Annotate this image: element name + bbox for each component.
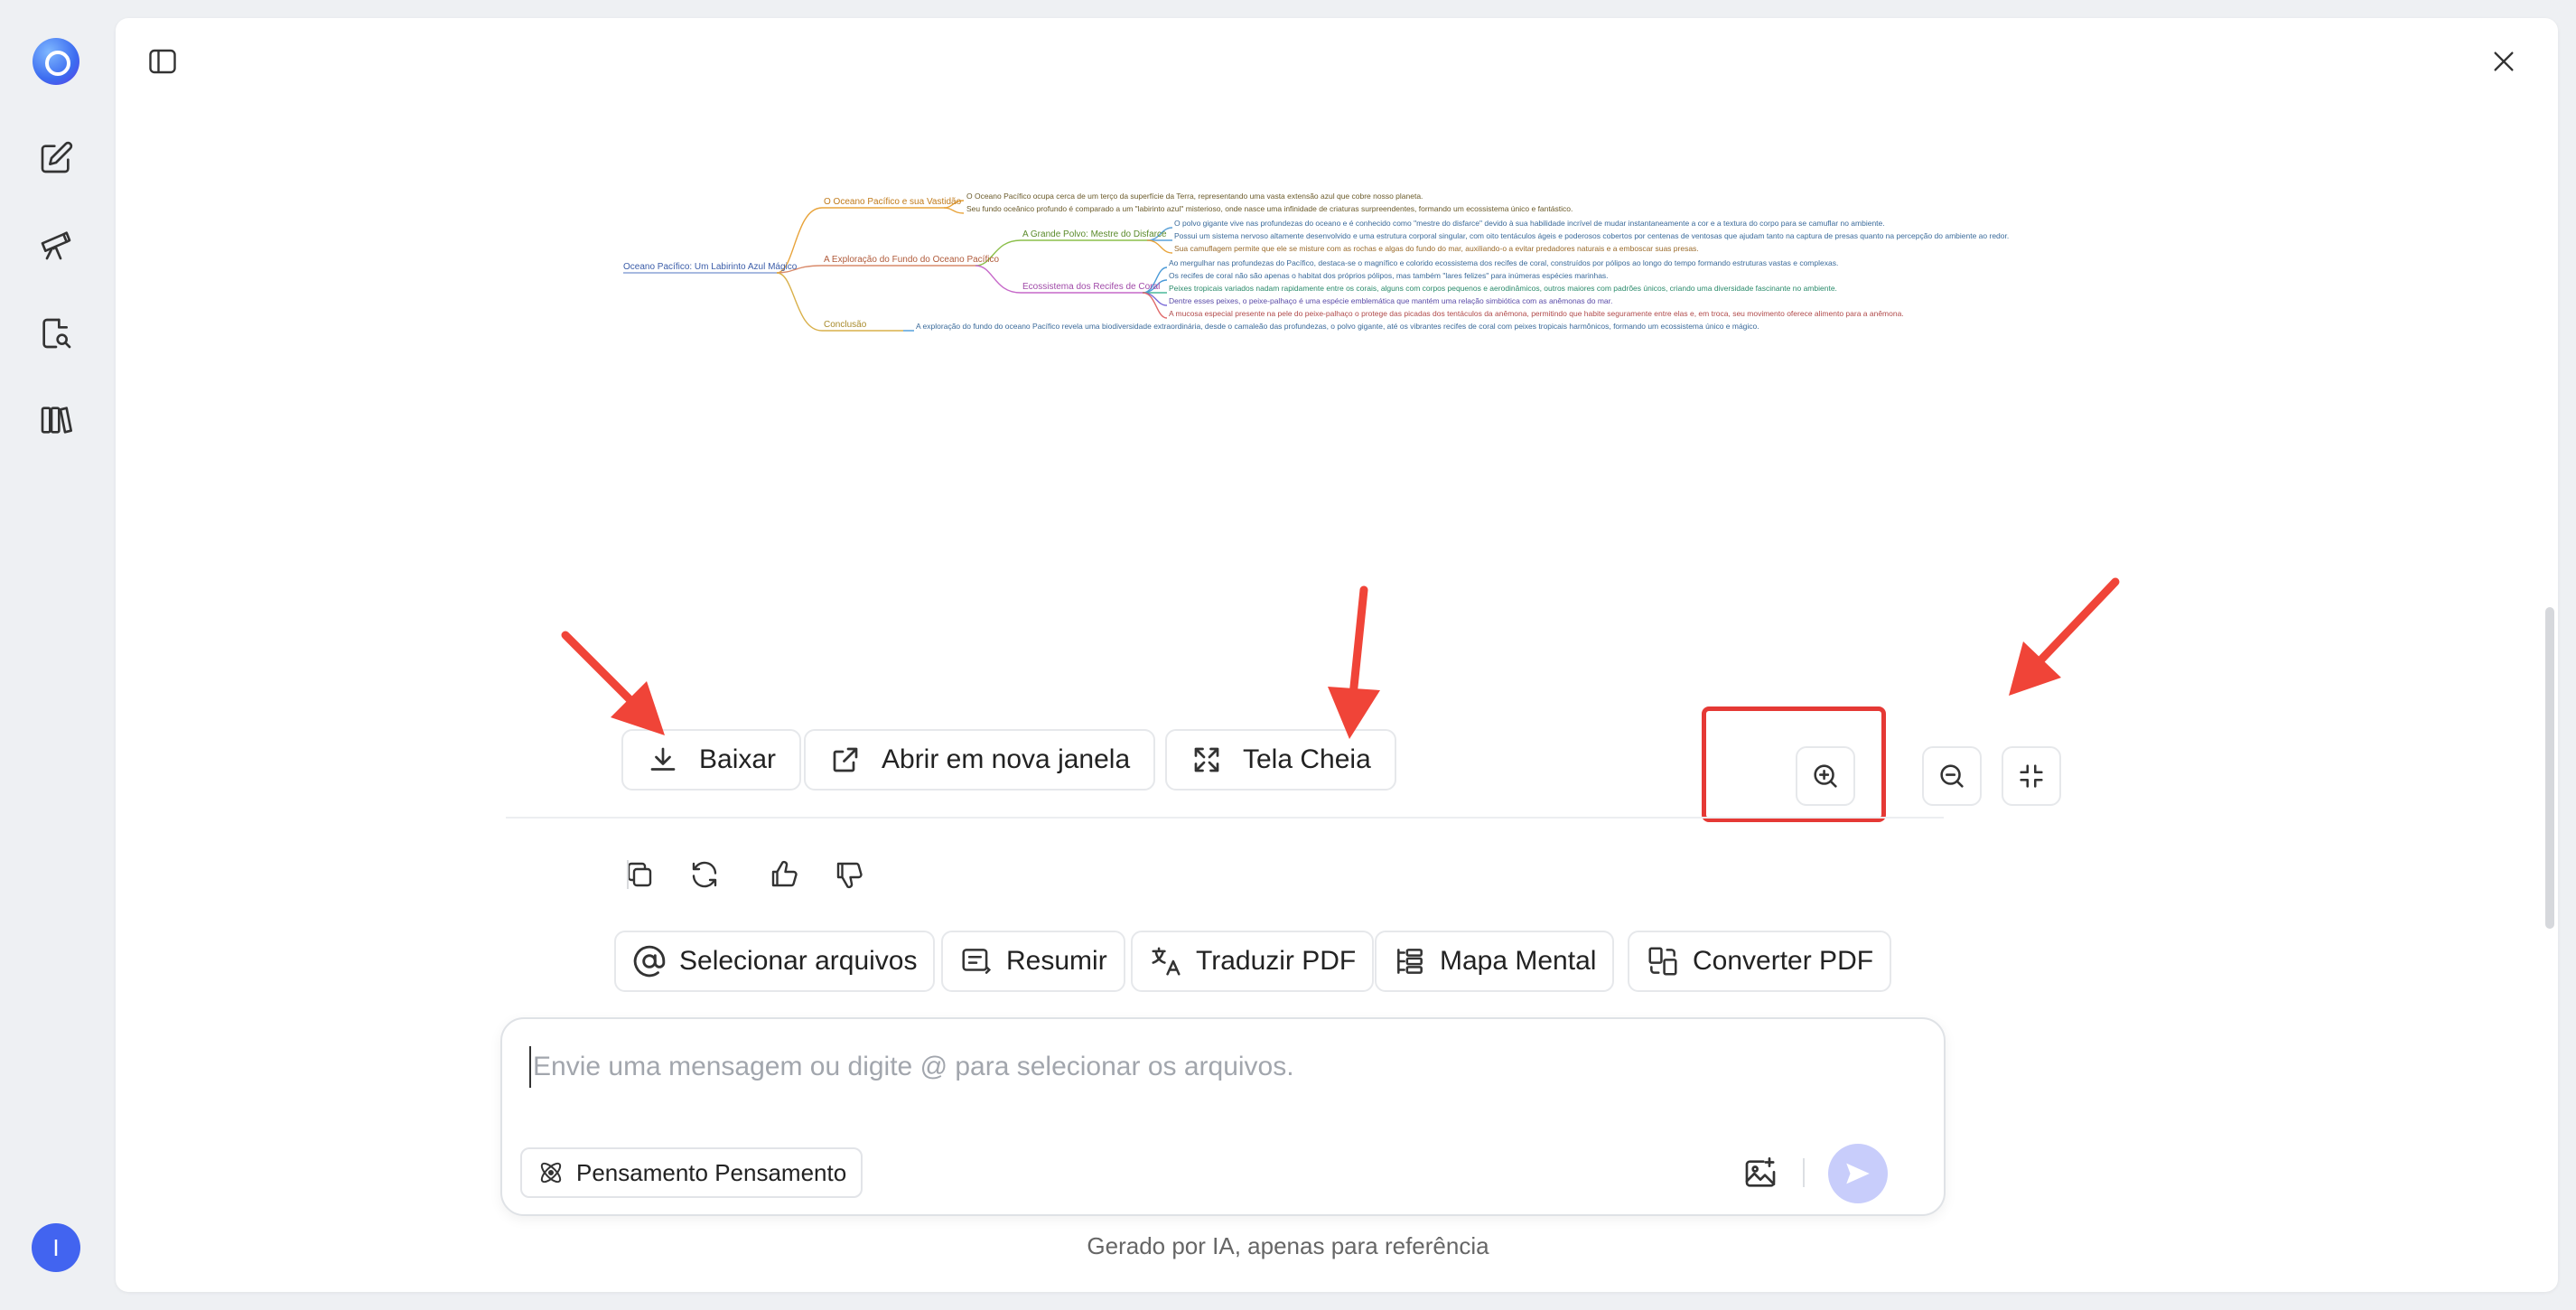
thumbs-down-icon: [836, 862, 863, 889]
send-icon: [1846, 1163, 1870, 1184]
explore-button[interactable]: [33, 222, 79, 267]
refresh-icon: [692, 861, 717, 888]
send-button[interactable]: [1828, 1144, 1888, 1203]
convert-icon: [1648, 947, 1677, 976]
zoom-in-button[interactable]: [1796, 746, 1855, 806]
open-new-window-button[interactable]: Abrir em nova janela: [804, 729, 1156, 791]
separator: [1803, 1158, 1805, 1187]
mindmap-branch: A Exploração do Fundo do Oceano Pacífico: [824, 255, 999, 265]
mind-map-icon: [1397, 949, 1423, 974]
mindmap-root: Oceano Pacífico: Um Labirinto Azul Mágic…: [623, 262, 798, 272]
translate-pdf-chip[interactable]: Traduzir PDF: [1131, 931, 1375, 992]
translate-icon: [1152, 947, 1181, 976]
new-chat-button[interactable]: [33, 136, 79, 181]
download-button[interactable]: Baixar: [621, 729, 802, 791]
left-rail: I: [0, 0, 114, 1310]
copy-button[interactable]: [620, 855, 659, 894]
close-button[interactable]: [2486, 43, 2522, 80]
mindmap-leaf: Dentre esses peixes, o peixe-palhaço é u…: [1169, 296, 1612, 305]
exit-fullscreen-button[interactable]: [2002, 746, 2061, 806]
mindmap-leaf: A exploração do fundo do oceano Pacífico…: [916, 322, 1759, 331]
mindmap-leaf: Possui um sistema nervoso altamente dese…: [1174, 231, 2009, 240]
close-icon: [2494, 51, 2514, 71]
mindmap-leaf: A mucosa especial presente na pele do pe…: [1169, 309, 1904, 318]
at-icon: [633, 945, 666, 978]
image-sparkle-icon: [1745, 1157, 1776, 1187]
telescope-icon: [41, 231, 71, 260]
mindmap-leaf: Ao mergulhar nas profundezas do Pacífico…: [1169, 258, 1838, 267]
mindmap-branch: O Oceano Pacífico e sua Vastidão: [824, 197, 962, 207]
mindmap-leaf: Seu fundo oceânico profundo é comparado …: [966, 204, 1573, 213]
scrollbar[interactable]: [2545, 607, 2554, 929]
summary-icon: [962, 949, 992, 974]
mindmap-subbranch: Ecossistema dos Recifes de Coral: [1022, 282, 1160, 292]
message-composer: Pensamento Pensamento: [500, 1017, 1946, 1216]
separator: [627, 860, 629, 889]
document-search-icon: [42, 318, 71, 349]
atom-icon: [540, 1162, 562, 1184]
library-button[interactable]: [33, 398, 79, 443]
thumbs-up-icon: [771, 860, 798, 887]
regenerate-button[interactable]: [685, 855, 724, 894]
mindmap-leaf: O Oceano Pacífico ocupa cerca de um terç…: [966, 192, 1423, 201]
zoom-out-icon: [1940, 764, 1964, 788]
image-upload-button[interactable]: [1740, 1153, 1781, 1194]
edit-icon: [41, 141, 73, 173]
app-logo-icon[interactable]: [33, 38, 79, 85]
like-button[interactable]: [764, 855, 804, 894]
toggle-sidebar-button[interactable]: [143, 42, 182, 81]
mind-map[interactable]: Oceano Pacífico: Um Labirinto Azul Mágic…: [488, 163, 2114, 361]
expand-icon: [1194, 747, 1219, 772]
mindmap-leaf: O polvo gigante vive nas profundezas do …: [1174, 219, 1885, 228]
mindmap-branch: Conclusão: [824, 320, 867, 330]
zoom-controls-highlight: [1702, 706, 1886, 822]
zoom-out-button[interactable]: [1922, 746, 1982, 806]
document-search-button[interactable]: [33, 311, 79, 356]
books-icon: [41, 407, 72, 434]
sidebar-panel-icon: [149, 49, 176, 74]
message-input[interactable]: [529, 1046, 1884, 1088]
mindmap-leaf: Sua camuflagem permite que ele se mistur…: [1174, 244, 1699, 253]
collapse-icon: [2020, 764, 2043, 788]
download-icon: [650, 747, 676, 771]
zoom-in-icon: [1814, 764, 1837, 788]
convert-pdf-chip[interactable]: Converter PDF: [1628, 931, 1892, 992]
mindmap-subbranch: A Grande Polvo: Mestre do Disfarce: [1022, 229, 1167, 239]
mindmap-leaf: Peixes tropicais variados nadam rapidame…: [1169, 284, 1837, 293]
external-link-icon: [833, 747, 858, 772]
summarize-chip[interactable]: Resumir: [941, 931, 1125, 992]
fullscreen-button[interactable]: Tela Cheia: [1165, 729, 1396, 791]
dislike-button[interactable]: [829, 855, 869, 894]
mindmap-leaf: Os recifes de coral não são apenas o hab…: [1169, 271, 1609, 280]
divider: [506, 817, 1944, 819]
select-files-chip[interactable]: Selecionar arquivos: [614, 931, 936, 992]
ai-disclaimer: Gerado por IA, apenas para referência: [1087, 1232, 1489, 1259]
mind-map-chip[interactable]: Mapa Mental: [1375, 931, 1615, 992]
thinking-toggle[interactable]: Pensamento Pensamento: [520, 1147, 863, 1198]
